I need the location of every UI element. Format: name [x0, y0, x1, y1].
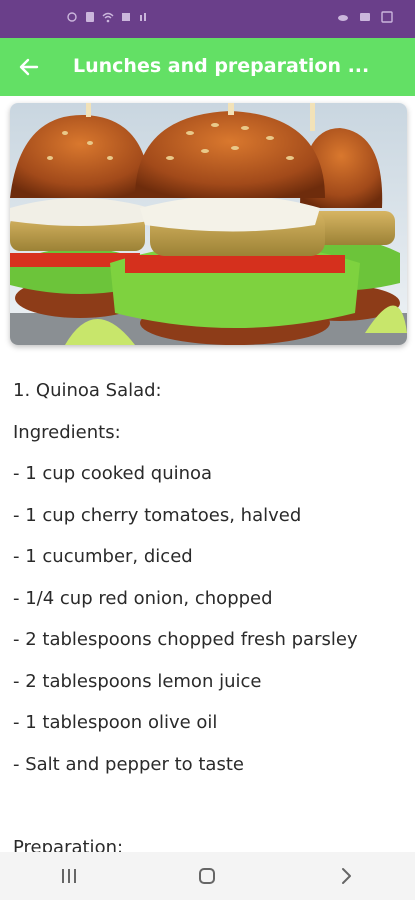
ingredient-item: - Salt and pepper to taste — [13, 753, 244, 775]
system-back-button[interactable] — [316, 856, 376, 896]
recent-apps-icon — [62, 869, 77, 883]
ingredients-label: Ingredients: — [13, 421, 121, 443]
recent-apps-button[interactable] — [39, 856, 99, 896]
ingredient-item: - 1/4 cup red onion, chopped — [13, 587, 273, 609]
ingredient-item: - 2 tablespoons lemon juice — [13, 670, 262, 692]
message-icon — [360, 13, 370, 21]
status-icons-left — [66, 11, 150, 23]
ingredient-item: - 2 tablespoons chopped fresh parsley — [13, 629, 358, 650]
home-button[interactable] — [177, 856, 237, 896]
page-title: Lunches and preparation ... — [73, 55, 370, 77]
back-button[interactable] — [14, 52, 44, 82]
image-icon — [381, 11, 393, 23]
cloud-icon — [338, 15, 348, 21]
ingredient-item: - 1 cup cooked quinoa — [13, 463, 213, 484]
sim-icon — [86, 12, 94, 22]
system-nav-bar — [0, 852, 415, 900]
app-bar: Lunches and preparation ... — [0, 38, 415, 96]
ingredient-item: - 1 cup cherry tomatoes, halved — [13, 504, 302, 526]
arrow-left-icon — [19, 58, 39, 76]
wifi-icon — [102, 12, 114, 23]
veggie-burgers-photo — [10, 103, 407, 345]
status-bar — [0, 0, 415, 38]
home-icon — [199, 868, 216, 884]
data-icon — [140, 13, 146, 21]
back-icon — [341, 868, 351, 884]
recipe-title: 1. Quinoa Salad: — [13, 380, 162, 401]
notification-icon — [122, 13, 130, 21]
alarm-icon — [67, 12, 77, 22]
status-icons-right — [337, 11, 393, 23]
ingredient-item: - 1 tablespoon olive oil — [13, 712, 218, 733]
hero-image — [10, 103, 407, 345]
ingredient-item: - 1 cucumber, diced — [13, 546, 193, 567]
recipe-content: 1. Quinoa Salad: Ingredients: - 1 cup co… — [13, 370, 408, 868]
